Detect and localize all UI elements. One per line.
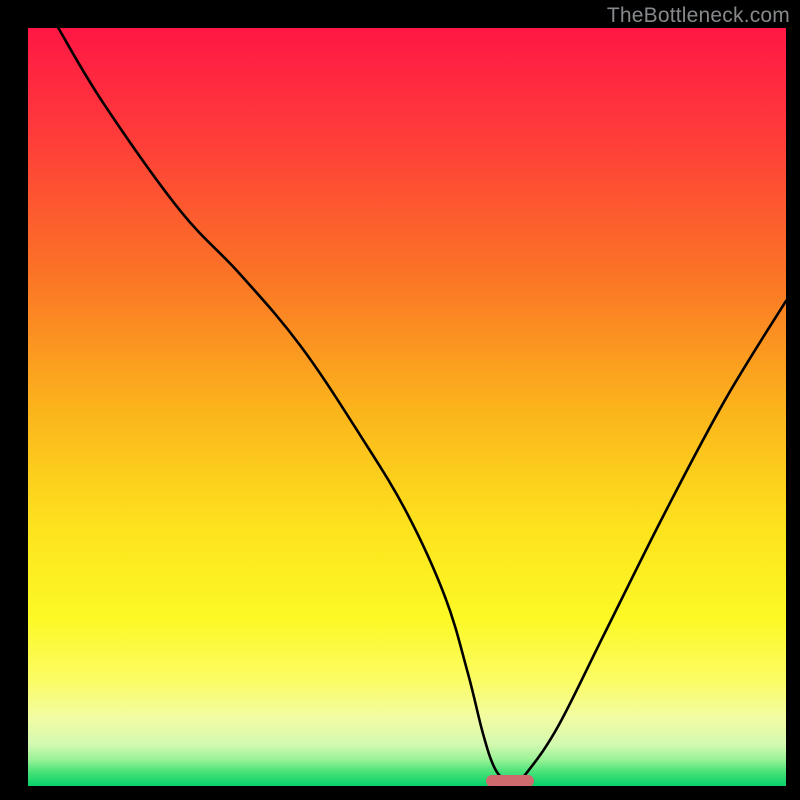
chart-frame: TheBottleneck.com <box>0 0 800 800</box>
optimal-range-marker <box>486 775 535 786</box>
watermark-text: TheBottleneck.com <box>607 4 790 28</box>
bottleneck-curve <box>28 28 786 786</box>
plot-area <box>28 28 786 786</box>
